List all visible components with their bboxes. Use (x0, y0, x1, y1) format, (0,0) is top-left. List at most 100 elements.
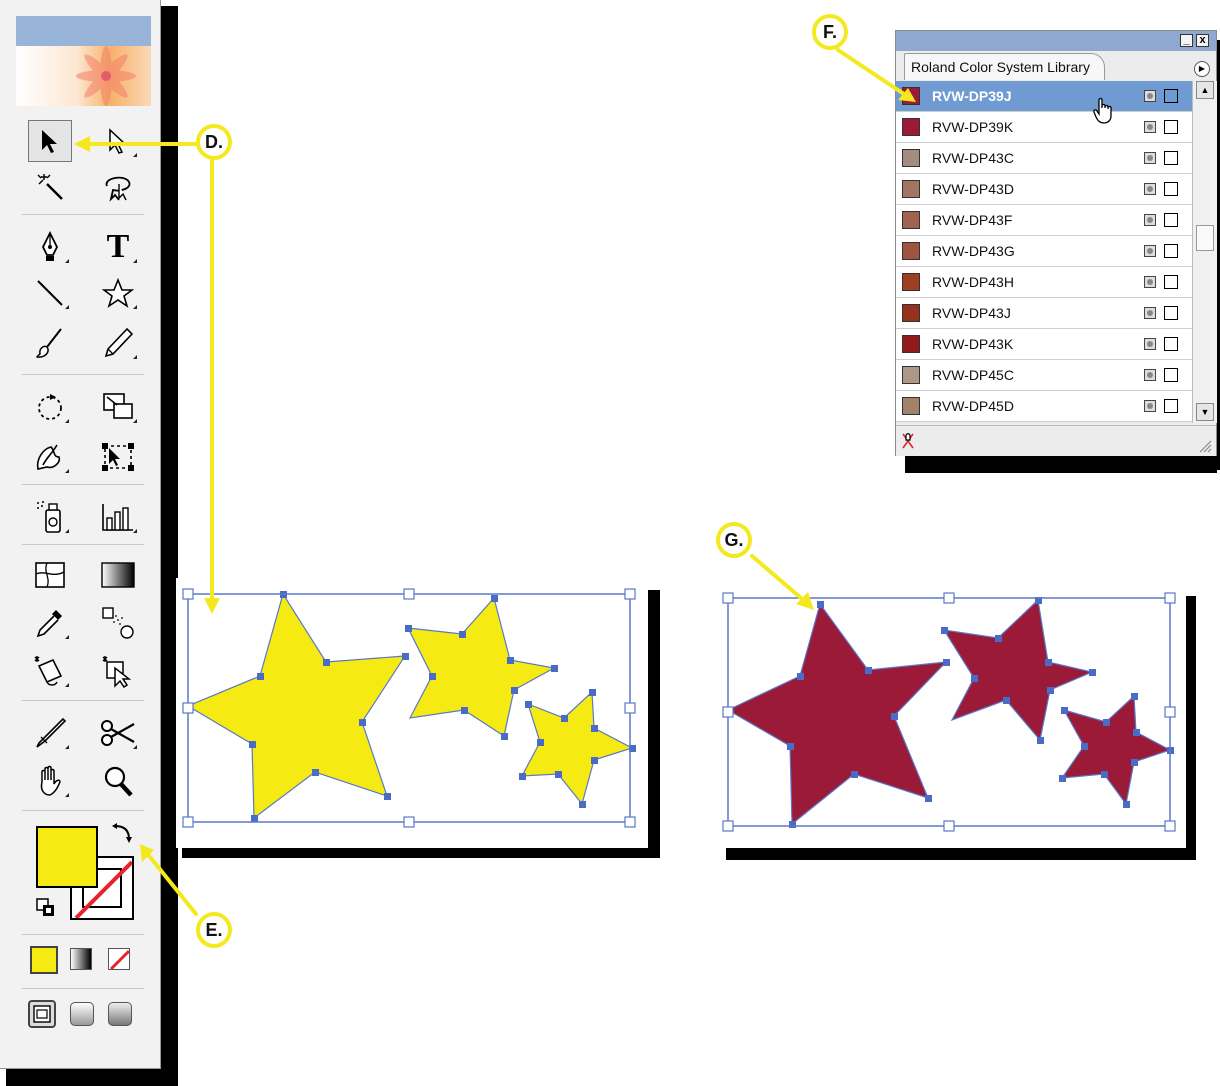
yellow-star-large[interactable] (186, 592, 407, 820)
swatch-name: RVW-DP43J (932, 305, 1011, 321)
zoom-tool-button[interactable] (96, 760, 140, 802)
yellow-stars-artwork[interactable] (176, 578, 648, 848)
rotate-tool-button[interactable] (28, 386, 72, 428)
magic-wand-tool-button[interactable] (28, 166, 72, 208)
swatch-row[interactable]: RVW-DP43F (896, 205, 1192, 236)
swatch-name: RVW-DP43C (932, 150, 1014, 166)
color-mode-button[interactable] (30, 946, 58, 974)
type-tool-button[interactable]: T (96, 226, 140, 268)
yellow-star-small[interactable] (520, 690, 634, 806)
symbol-sprayer-tool-icon (37, 501, 61, 533)
fill-color-swatch[interactable] (36, 826, 98, 888)
type-tool-icon: T (106, 228, 130, 265)
minimize-button[interactable]: _ (1180, 34, 1193, 47)
pencil-tool-button[interactable] (96, 322, 140, 364)
tools-panel-titlebar[interactable] (16, 16, 151, 46)
slice-tool-button[interactable] (28, 712, 72, 754)
scroll-up-button[interactable]: ▲ (1196, 81, 1214, 99)
scroll-thumb[interactable] (1196, 225, 1214, 251)
callout-f: F. (812, 14, 848, 50)
live-paint-selection-tool-icon (102, 656, 132, 688)
cmyk-mode-icon (1164, 244, 1178, 258)
swatch-chip (902, 180, 920, 198)
tools-panel: T (0, 0, 161, 1069)
paintbrush-tool-button[interactable] (28, 322, 72, 364)
cmyk-mode-icon (1164, 337, 1178, 351)
full-screen-mode-button[interactable] (108, 1002, 132, 1026)
lasso-tool-icon (105, 176, 131, 202)
cmyk-mode-icon (1164, 182, 1178, 196)
selection-tool-button[interactable] (28, 120, 72, 162)
callout-d: D. (196, 124, 232, 160)
live-paint-bucket-tool-button[interactable] (28, 650, 72, 692)
swatch-row[interactable]: RVW-DP43K (896, 329, 1192, 360)
free-transform-tool-button[interactable] (96, 436, 140, 478)
paintbrush-tool-icon (36, 328, 62, 358)
hand-tool-button[interactable] (28, 760, 72, 802)
swatch-row[interactable]: RVW-DP43G (896, 236, 1192, 267)
swap-fill-stroke-icon[interactable] (110, 822, 134, 846)
swatch-row[interactable]: RVW-DP43J (896, 298, 1192, 329)
mesh-tool-button[interactable] (28, 554, 72, 596)
panel-titlebar[interactable]: _ x (896, 31, 1216, 51)
resize-grip-icon[interactable] (1198, 439, 1212, 453)
swatch-row[interactable]: RVW-DP45D (896, 391, 1192, 422)
swatch-chip (902, 397, 920, 415)
panel-menu-button[interactable]: ▶ (1194, 61, 1210, 77)
none-mode-button[interactable] (108, 948, 130, 970)
swatch-row[interactable]: RVW-DP45C (896, 360, 1192, 391)
swatch-chip (902, 273, 920, 291)
swatch-row[interactable]: RVW-DP39J (896, 81, 1192, 112)
swatch-name: RVW-DP39K (932, 119, 1014, 135)
eyedropper-tool-icon (36, 610, 62, 638)
gradient-tool-icon (101, 562, 135, 588)
free-transform-tool-icon (102, 443, 134, 471)
warp-tool-button[interactable] (28, 436, 72, 478)
mesh-tool-icon (35, 562, 65, 588)
swatch-row[interactable]: RVW-DP43C (896, 143, 1192, 174)
swatch-list-scrollbar[interactable]: ▲ ▼ (1192, 81, 1217, 423)
column-graph-tool-button[interactable] (96, 496, 140, 538)
spot-color-icon (1144, 400, 1156, 412)
scale-tool-button[interactable] (96, 386, 140, 428)
swatch-row[interactable]: RVW-DP39K (896, 112, 1192, 143)
live-paint-bucket-tool-icon (34, 656, 63, 686)
hand-tool-icon (40, 765, 61, 796)
swatch-row[interactable]: RVW-DP43H (896, 267, 1192, 298)
live-paint-selection-tool-button[interactable] (96, 650, 140, 692)
close-button[interactable]: x (1196, 34, 1209, 47)
zoom-tool-icon (104, 766, 133, 797)
spot-color-icon (1144, 369, 1156, 381)
line-segment-tool-button[interactable] (28, 272, 72, 314)
scissors-tool-button[interactable] (96, 712, 140, 754)
swatch-chip (902, 242, 920, 260)
spot-color-icon (1144, 276, 1156, 288)
scroll-down-button[interactable]: ▼ (1196, 403, 1214, 421)
spot-color-icon (1144, 338, 1156, 350)
star-tool-button[interactable] (96, 272, 140, 314)
swatch-name: RVW-DP43F (932, 212, 1013, 228)
panel-tab-roland-library[interactable]: Roland Color System Library (904, 53, 1105, 80)
swatch-name: RVW-DP43G (932, 243, 1015, 259)
blend-tool-button[interactable] (96, 602, 140, 644)
pen-tool-icon (41, 231, 59, 261)
swatch-libraries-menu-icon[interactable] (900, 432, 916, 450)
slice-tool-icon (36, 717, 67, 748)
panel-menu-arrow-icon: ▶ (1198, 64, 1206, 73)
crimson-stars-artwork[interactable] (716, 582, 1186, 848)
swatch-row[interactable]: RVW-DP43D (896, 174, 1192, 205)
symbol-sprayer-tool-button[interactable] (28, 496, 72, 538)
column-graph-tool-icon (102, 504, 133, 531)
lasso-tool-button[interactable] (96, 166, 140, 208)
crimson-star-large[interactable] (726, 602, 948, 826)
screen-mode-icon (33, 1005, 51, 1023)
standard-screen-mode-button[interactable] (28, 1000, 56, 1028)
default-fill-stroke-icon[interactable] (36, 898, 56, 918)
full-screen-menu-mode-button[interactable] (70, 1002, 94, 1026)
pen-tool-button[interactable] (28, 226, 72, 268)
direct-selection-tool-button[interactable] (96, 120, 140, 162)
eyedropper-tool-button[interactable] (28, 602, 72, 644)
gradient-mode-button[interactable] (70, 948, 92, 970)
gradient-tool-button[interactable] (96, 554, 140, 596)
crimson-star-small[interactable] (1060, 694, 1172, 806)
